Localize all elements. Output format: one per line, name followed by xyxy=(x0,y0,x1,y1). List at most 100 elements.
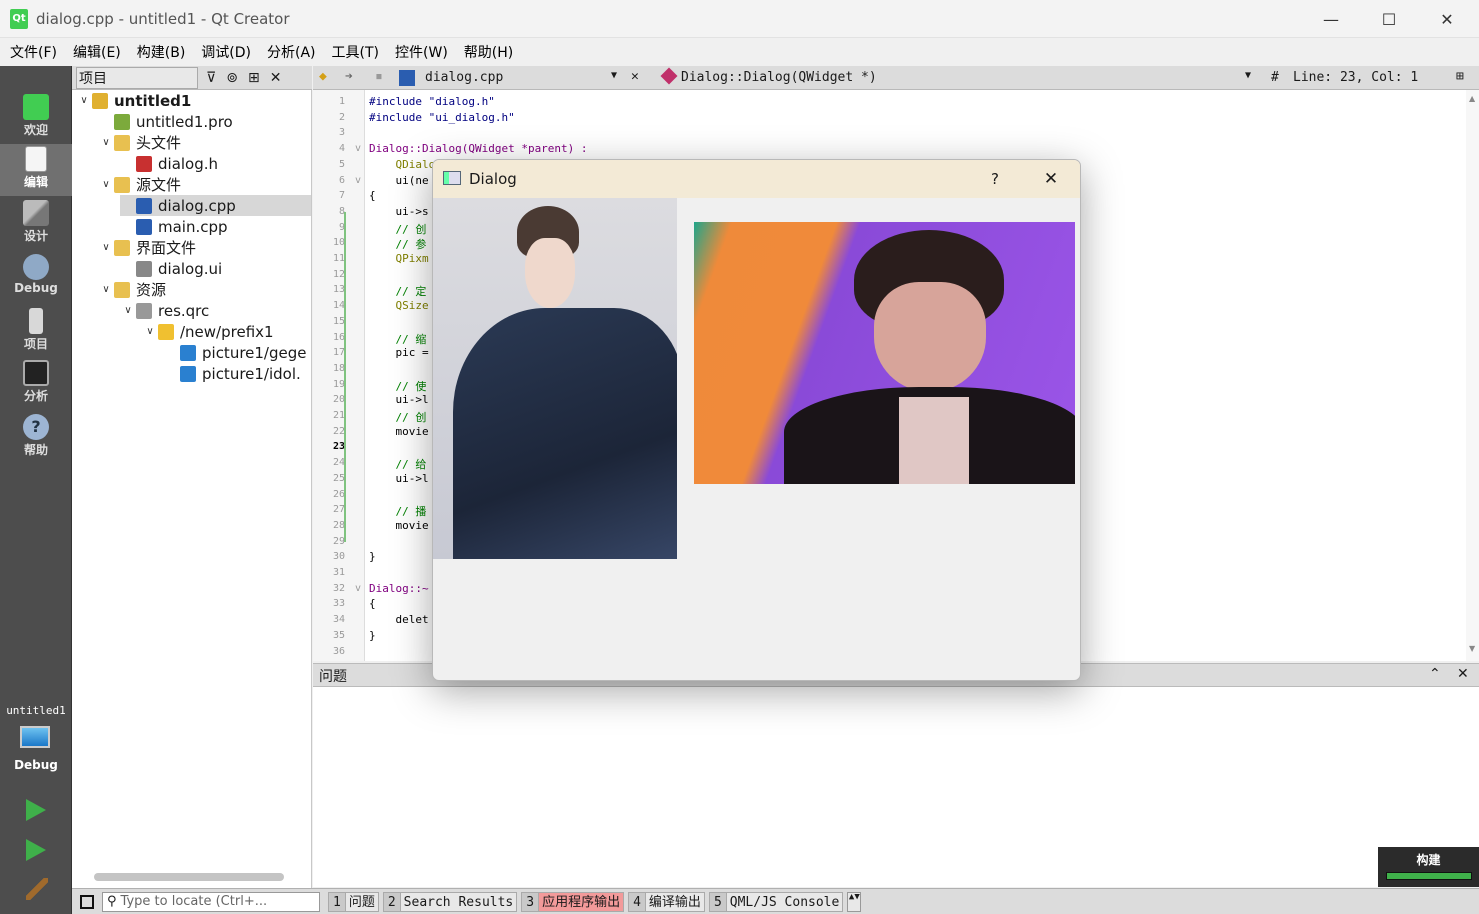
kit-selector-monitor-icon[interactable] xyxy=(20,726,50,748)
mode-design[interactable]: 设计 xyxy=(0,198,72,250)
code-line: ui->l xyxy=(369,393,429,407)
photo-idol xyxy=(694,222,1075,484)
mode-welcome[interactable]: 欢迎 xyxy=(0,92,72,144)
tree-item[interactable]: ∨ 头文件 xyxy=(98,132,181,153)
split-editor-icon[interactable]: ⊞ xyxy=(1456,69,1464,84)
mode-debug[interactable]: Debug xyxy=(0,252,72,304)
tree-item[interactable]: ∨ res.qrc xyxy=(120,300,209,321)
menu-build[interactable]: 构建(B) xyxy=(131,42,192,62)
menu-file[interactable]: 文件(F) xyxy=(4,42,63,62)
tree-item[interactable]: untitled1.pro xyxy=(98,111,233,132)
tree-item[interactable]: ∨ /new/prefix1 xyxy=(142,321,273,342)
lock-icon: ▪ xyxy=(375,69,383,84)
build-hammer-icon[interactable] xyxy=(26,878,48,900)
issues-title: 问题 xyxy=(319,669,347,685)
tree-item[interactable]: dialog.h xyxy=(120,153,218,174)
code-line: ui(ne xyxy=(369,173,429,187)
dialog-close-button[interactable]: ✕ xyxy=(1033,166,1069,192)
mode-edit[interactable]: 编辑 xyxy=(0,144,72,196)
locator-input[interactable]: ⚲ Type to locate (Ctrl+... xyxy=(102,891,320,912)
symbol-dropdown-arrow-icon[interactable]: ▼ xyxy=(1245,70,1251,81)
minimize-button[interactable]: — xyxy=(1302,0,1360,38)
scroll-down-icon[interactable]: ▼ xyxy=(1469,644,1475,653)
code-line: // 创 xyxy=(369,411,427,424)
expand-chevron-icon[interactable]: ∨ xyxy=(142,326,158,337)
expand-chevron-icon[interactable]: ∨ xyxy=(98,242,114,253)
tree-item[interactable]: dialog.ui xyxy=(120,258,222,279)
file-dropdown-arrow-icon[interactable]: ▼ xyxy=(611,70,617,81)
debug-bug-icon xyxy=(23,254,49,280)
menu-edit[interactable]: 编辑(E) xyxy=(67,42,127,62)
tree-horizontal-scrollbar[interactable] xyxy=(94,873,284,881)
project-view-selector[interactable]: 项目 xyxy=(76,66,198,89)
file-icon xyxy=(180,365,196,382)
dialog-help-button[interactable]: ? xyxy=(977,166,1013,192)
mode-label: 编辑 xyxy=(23,175,48,189)
output-pane-button[interactable]: 3 应用程序输出 xyxy=(521,891,625,912)
menu-debug[interactable]: 调试(D) xyxy=(195,42,257,62)
toggle-sidebar-icon[interactable] xyxy=(80,894,94,909)
menu-widgets[interactable]: 控件(W) xyxy=(389,42,454,62)
output-pane-button[interactable]: 4 编译输出 xyxy=(628,891,705,912)
menu-bar: 文件(F) 编辑(E) 构建(B) 调试(D) 分析(A) 工具(T) 控件(W… xyxy=(0,38,1479,66)
run-icon[interactable] xyxy=(26,799,46,821)
dialog-title: Dialog xyxy=(469,170,517,188)
close-button[interactable]: ✕ xyxy=(1418,0,1476,38)
photo-idol-shirt xyxy=(899,397,969,484)
output-pane-button[interactable]: 1 问题 xyxy=(328,891,379,912)
menu-tools[interactable]: 工具(T) xyxy=(326,42,385,62)
code-line: // 参 xyxy=(369,238,427,252)
code-line: ui->s xyxy=(369,204,429,218)
menu-analyze[interactable]: 分析(A) xyxy=(261,42,322,62)
back-arrow-icon[interactable]: ◆ xyxy=(319,69,327,84)
sync-link-icon[interactable]: ⊚ xyxy=(226,70,238,86)
split-icon[interactable]: ⊞ xyxy=(248,70,260,86)
tree-item[interactable]: main.cpp xyxy=(120,216,228,237)
mode-projects[interactable]: 项目 xyxy=(0,306,72,358)
mode-sidebar: 欢迎 编辑 设计 Debug 项目 分析 ? 帮助 untitled1 Debu… xyxy=(0,66,72,914)
file-icon xyxy=(114,113,130,130)
close-panel-icon[interactable]: ✕ xyxy=(270,70,282,86)
close-file-icon[interactable]: ✕ xyxy=(631,69,639,84)
design-tools-icon xyxy=(23,200,49,226)
forward-arrow-icon[interactable]: ➔ xyxy=(345,69,353,84)
open-file-name[interactable]: dialog.cpp xyxy=(425,70,503,85)
tree-item[interactable]: dialog.cpp xyxy=(120,195,311,216)
filter-icon[interactable]: ⊽ xyxy=(206,70,216,86)
code-line: { xyxy=(369,597,376,611)
code-line: delet xyxy=(369,613,429,627)
maximize-button[interactable]: ☐ xyxy=(1360,0,1418,38)
tree-item[interactable]: ∨ 源文件 xyxy=(98,174,181,195)
expand-chevron-icon[interactable]: ∨ xyxy=(98,179,114,190)
mode-help[interactable]: ? 帮助 xyxy=(0,412,72,464)
editor-vertical-scrollbar[interactable]: ▲ ▼ xyxy=(1466,90,1479,661)
close-pane-icon[interactable]: ✕ xyxy=(1457,666,1469,682)
expand-chevron-icon[interactable]: ∨ xyxy=(76,95,92,106)
build-progress-bar xyxy=(1385,872,1472,880)
mode-analyze[interactable]: 分析 xyxy=(0,358,72,410)
cursor-position[interactable]: Line: 23, Col: 1 xyxy=(1293,70,1418,85)
output-pane-button[interactable]: 5 QML/JS Console xyxy=(708,891,844,912)
code-line: // 给 xyxy=(369,458,427,472)
tree-item[interactable]: ∨ 界面文件 xyxy=(98,237,196,258)
menu-help[interactable]: 帮助(H) xyxy=(458,42,519,62)
mode-label: 分析 xyxy=(23,389,48,403)
symbol-selector[interactable]: Dialog::Dialog(QWidget *) xyxy=(681,70,877,85)
expand-chevron-icon[interactable]: ∨ xyxy=(98,284,114,295)
tree-item[interactable]: ∨ untitled1 xyxy=(76,90,191,111)
tree-item[interactable]: picture1/gege xyxy=(164,342,307,363)
maximize-pane-icon[interactable]: ⌃ xyxy=(1429,666,1441,682)
photo-gege xyxy=(433,198,677,559)
tree-item[interactable]: picture1/idol. xyxy=(164,363,301,384)
scroll-up-icon[interactable]: ▲ xyxy=(1469,94,1475,103)
debug-run-icon[interactable] xyxy=(26,839,46,861)
build-progress: 构建 xyxy=(1378,847,1479,887)
tree-item[interactable]: ∨ 资源 xyxy=(98,279,166,300)
expand-chevron-icon[interactable]: ∨ xyxy=(120,305,136,316)
code-line: QPixm xyxy=(369,252,429,265)
code-line: pic = xyxy=(369,346,429,360)
panes-menu-icon[interactable]: ▲▼ xyxy=(847,891,862,912)
mode-label: 帮助 xyxy=(23,443,48,457)
output-pane-button[interactable]: 2 Search Results xyxy=(382,891,518,912)
expand-chevron-icon[interactable]: ∨ xyxy=(98,137,114,148)
